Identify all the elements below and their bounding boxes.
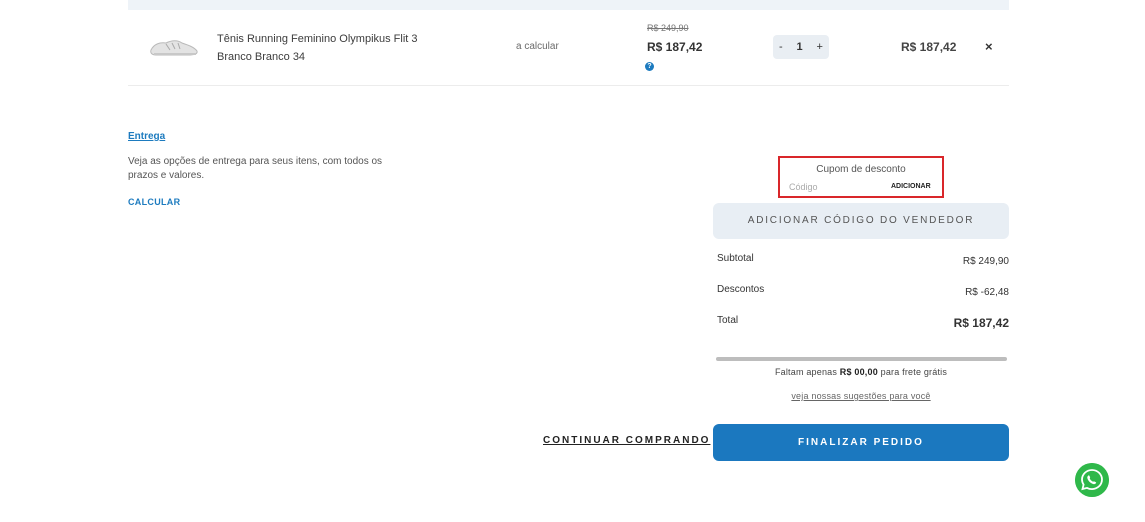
discount-label: Descontos	[717, 284, 765, 295]
item-total: R$ 187,42	[901, 40, 957, 54]
total-label: Total	[717, 315, 739, 326]
whatsapp-icon[interactable]	[1075, 463, 1109, 497]
cart-item-row: Tênis Running Feminino Olympikus Flit 3 …	[128, 10, 1009, 86]
suggestions-link[interactable]: veja nossas sugestões para você	[713, 391, 1009, 401]
help-icon[interactable]: ?	[645, 62, 654, 71]
cart-header-strip	[128, 0, 1009, 10]
sneaker-icon[interactable]	[148, 34, 200, 60]
remove-item-button[interactable]: ×	[985, 39, 993, 54]
calculate-shipping-link[interactable]: CALCULAR	[128, 197, 180, 207]
qty-decrease-button[interactable]: -	[779, 41, 783, 53]
delivery-description: Veja as opções de entrega para seus iten…	[128, 156, 383, 181]
coupon-panel: Cupom de desconto ADICIONAR	[778, 156, 944, 198]
apply-coupon-button[interactable]: ADICIONAR	[891, 183, 931, 190]
coupon-label: Cupom de desconto	[816, 164, 906, 175]
subtotal-label: Subtotal	[717, 253, 754, 264]
free-shipping-prefix: Faltam apenas	[774, 367, 838, 377]
discount-value: R$ -62,48	[965, 287, 1009, 298]
checkout-button[interactable]: FINALIZAR PEDIDO	[713, 424, 1009, 461]
free-shipping-message: Faltam apenas R$ 00,00 para frete grátis	[713, 367, 1009, 377]
product-name[interactable]: Tênis Running Feminino Olympikus Flit 3 …	[217, 30, 432, 66]
free-shipping-progress-fill	[716, 357, 1007, 361]
free-shipping-progress	[716, 357, 1007, 361]
subtotal-value: R$ 249,90	[962, 256, 1009, 267]
item-shipping-status: a calcular	[516, 41, 559, 52]
total-value: R$ 187,42	[953, 316, 1009, 330]
qty-value[interactable]: 1	[797, 41, 803, 53]
price-original: R$ 249,90	[647, 23, 689, 33]
qty-increase-button[interactable]: +	[817, 41, 823, 53]
quantity-stepper: - 1 +	[773, 35, 829, 59]
continue-shopping-button[interactable]: CONTINUAR COMPRANDO	[543, 435, 710, 446]
delivery-title[interactable]: Entrega	[128, 131, 165, 142]
price-discounted: R$ 187,42	[647, 40, 703, 54]
free-shipping-suffix: para frete grátis	[880, 367, 948, 377]
free-shipping-amount: R$ 00,00	[839, 367, 878, 377]
coupon-code-input[interactable]	[789, 182, 879, 192]
add-seller-code-button[interactable]: ADICIONAR CÓDIGO DO VENDEDOR	[713, 203, 1009, 239]
